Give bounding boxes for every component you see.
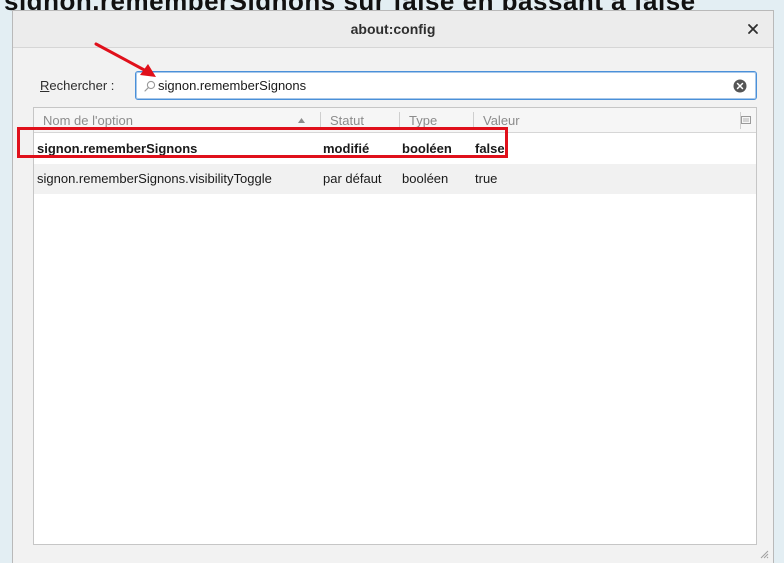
search-label-accesskey: R: [40, 78, 50, 93]
tree-header: Nom de l'option Statut Type Valeur: [34, 108, 756, 133]
table-row[interactable]: signon.rememberSignons.visibilityToggle …: [34, 164, 756, 194]
option-status: par défaut: [323, 171, 382, 186]
config-tree[interactable]: Nom de l'option Statut Type Valeur signo…: [33, 107, 757, 545]
resize-grip-icon[interactable]: [759, 549, 769, 559]
about-config-window: about:config Rechercher : Nom de l'optio…: [12, 10, 774, 563]
column-header-value[interactable]: Valeur: [474, 108, 734, 133]
close-icon: [748, 24, 758, 34]
column-header-name[interactable]: Nom de l'option: [34, 108, 320, 133]
option-type: booléen: [402, 141, 452, 156]
option-status: modifié: [323, 141, 370, 156]
search-label: Rechercher :: [40, 78, 114, 93]
column-header-status[interactable]: Statut: [321, 108, 399, 133]
column-header-type-label: Type: [409, 113, 438, 128]
window-title: about:config: [350, 21, 436, 37]
option-name: signon.rememberSignons.visibilityToggle: [37, 171, 272, 186]
table-row[interactable]: signon.rememberSignons modifié booléen f…: [34, 134, 756, 164]
search-field[interactable]: [135, 71, 757, 100]
titlebar: about:config: [13, 11, 773, 48]
option-type: booléen: [402, 171, 449, 186]
search-input[interactable]: [158, 75, 718, 96]
option-value: false: [475, 141, 505, 156]
close-button[interactable]: [741, 17, 765, 41]
search-label-text: echercher :: [49, 78, 115, 93]
clear-icon[interactable]: [733, 79, 747, 93]
search-icon: [144, 80, 156, 92]
column-header-type[interactable]: Type: [400, 108, 473, 133]
column-picker-icon[interactable]: [740, 114, 752, 126]
sort-ascending-icon: [298, 118, 305, 123]
column-header-value-label: Valeur: [483, 113, 520, 128]
option-value: true: [475, 171, 498, 186]
option-name: signon.rememberSignons: [37, 141, 198, 156]
column-header-status-label: Statut: [330, 113, 364, 128]
column-header-name-label: Nom de l'option: [43, 113, 133, 128]
